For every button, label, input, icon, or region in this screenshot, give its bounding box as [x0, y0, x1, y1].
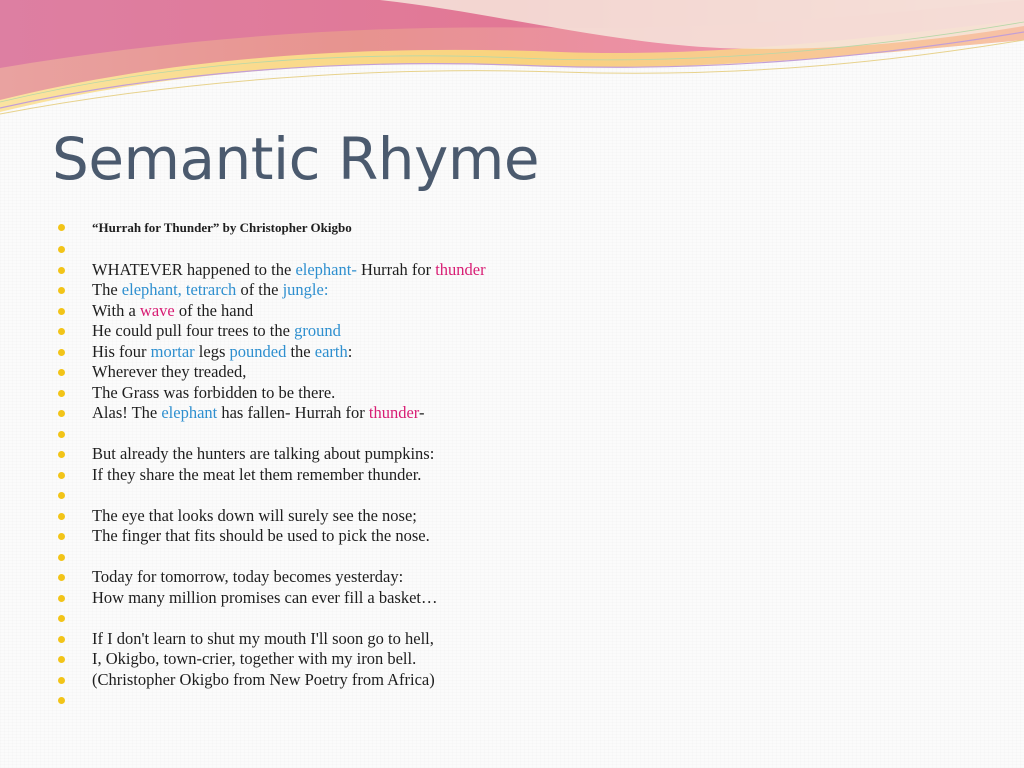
poem-line: The finger that fits should be used to p… [58, 526, 486, 547]
poem-text: - [418, 403, 425, 422]
poem-text: But already the hunters are talking abou… [92, 444, 435, 463]
keyword-blue: earth [314, 341, 348, 361]
poem-line: (Christopher Okigbo from New Poetry from… [58, 670, 486, 691]
poem-line: His four mortar legs pounded the earth: [58, 342, 486, 363]
bullet-icon [58, 328, 65, 335]
poem-heading: “Hurrah for Thunder” by Christopher Okig… [92, 220, 352, 235]
poem-line: Alas! The elephant has fallen- Hurrah fo… [58, 403, 486, 424]
poem-text: He could pull four trees to the [92, 321, 295, 340]
bullet-icon [58, 430, 65, 438]
empty-bullet-line [58, 690, 486, 711]
poem-text: : [347, 341, 353, 361]
poem-line: If they share the meat let them remember… [58, 465, 486, 486]
poem-line: Today for tomorrow, today becomes yester… [58, 567, 486, 588]
bullet-icon [58, 287, 65, 294]
poem-text: His four [92, 341, 151, 361]
poem-text: of the hand [174, 300, 254, 320]
poem-text: The [92, 280, 122, 299]
empty-bullet-line [58, 608, 486, 629]
poem-text: The eye that looks down will surely see … [92, 505, 417, 525]
poem-line: The eye that looks down will surely see … [58, 506, 486, 527]
bullet-icon [58, 492, 65, 499]
poem-text: has fallen- Hurrah for [217, 403, 369, 422]
bullet-icon [58, 676, 65, 684]
poem-heading-line: “Hurrah for Thunder” by Christopher Okig… [58, 216, 486, 239]
keyword-blue: jungle: [282, 280, 329, 299]
poem-text: With a [92, 300, 140, 320]
poem-text: of the [236, 280, 283, 299]
bullet-icon [58, 389, 65, 397]
poem-line: The Grass was forbidden to be there. [58, 383, 486, 404]
bullet-icon [58, 246, 65, 253]
bullet-icon [58, 348, 65, 356]
empty-bullet-line [58, 547, 486, 568]
keyword-blue: elephant, tetrarch [121, 280, 237, 299]
keyword-pink: wave [139, 300, 175, 320]
bullet-icon [58, 224, 65, 231]
bullet-icon [58, 574, 65, 581]
poem-line: How many million promises can ever fill … [58, 588, 486, 609]
keyword-blue: mortar [150, 341, 195, 361]
poem-line: But already the hunters are talking abou… [58, 444, 486, 465]
keyword-blue: pounded [229, 341, 287, 361]
bullet-icon [58, 307, 65, 315]
poem-line: Wherever they treaded, [58, 362, 486, 383]
poem-line: He could pull four trees to the ground [58, 321, 486, 342]
bullet-icon [58, 533, 65, 540]
bullet-icon [58, 512, 65, 520]
bullet-icon [58, 697, 65, 704]
bullet-icon [58, 369, 65, 376]
keyword-blue: elephant [161, 403, 218, 422]
header-wave-decoration [0, 0, 1024, 115]
poem-text: If they share the meat let them remember… [92, 464, 422, 484]
empty-bullet-line [58, 485, 486, 506]
bullet-icon [58, 656, 65, 663]
poem-text: The Grass was forbidden to be there. [92, 382, 336, 402]
bullet-icon [58, 266, 65, 274]
poem-text: I, Okigbo, town-crier, together with my … [92, 649, 417, 668]
poem-text: Wherever they treaded, [92, 362, 247, 381]
bullet-icon [58, 553, 65, 561]
empty-bullet-line [58, 239, 486, 260]
bullet-icon [58, 615, 65, 622]
keyword-pink: thunder [435, 259, 486, 279]
poem-text: (Christopher Okigbo from New Poetry from… [92, 669, 435, 689]
poem-text: Hurrah for [356, 259, 436, 279]
empty-bullet-line [58, 424, 486, 445]
keyword-blue: elephant- [295, 259, 357, 279]
bullet-icon [58, 451, 65, 458]
poem-line: WHATEVER happened to the elephant- Hurra… [58, 260, 486, 281]
slide-title: Semantic Rhyme [52, 125, 540, 193]
poem-line: I, Okigbo, town-crier, together with my … [58, 649, 486, 670]
keyword-pink: thunder [368, 403, 419, 422]
poem-text: Alas! The [92, 403, 162, 422]
bullet-icon [58, 594, 65, 602]
poem-line: The elephant, tetrarch of the jungle: [58, 280, 486, 301]
poem-line: With a wave of the hand [58, 301, 486, 322]
bullet-icon [58, 471, 65, 479]
poem-list: “Hurrah for Thunder” by Christopher Okig… [58, 216, 486, 711]
bullet-icon [58, 410, 65, 417]
poem-text: How many million promises can ever fill … [92, 587, 438, 607]
poem-text: the [286, 341, 315, 361]
poem-text: WHATEVER happened to the [92, 259, 296, 279]
poem-text: Today for tomorrow, today becomes yester… [92, 567, 404, 586]
keyword-blue: ground [294, 321, 341, 340]
poem-text: The finger that fits should be used to p… [92, 526, 430, 545]
poem-text: If I don't learn to shut my mouth I'll s… [92, 628, 434, 648]
poem-line: If I don't learn to shut my mouth I'll s… [58, 629, 486, 650]
poem-text: legs [194, 341, 230, 361]
bullet-icon [58, 635, 65, 643]
